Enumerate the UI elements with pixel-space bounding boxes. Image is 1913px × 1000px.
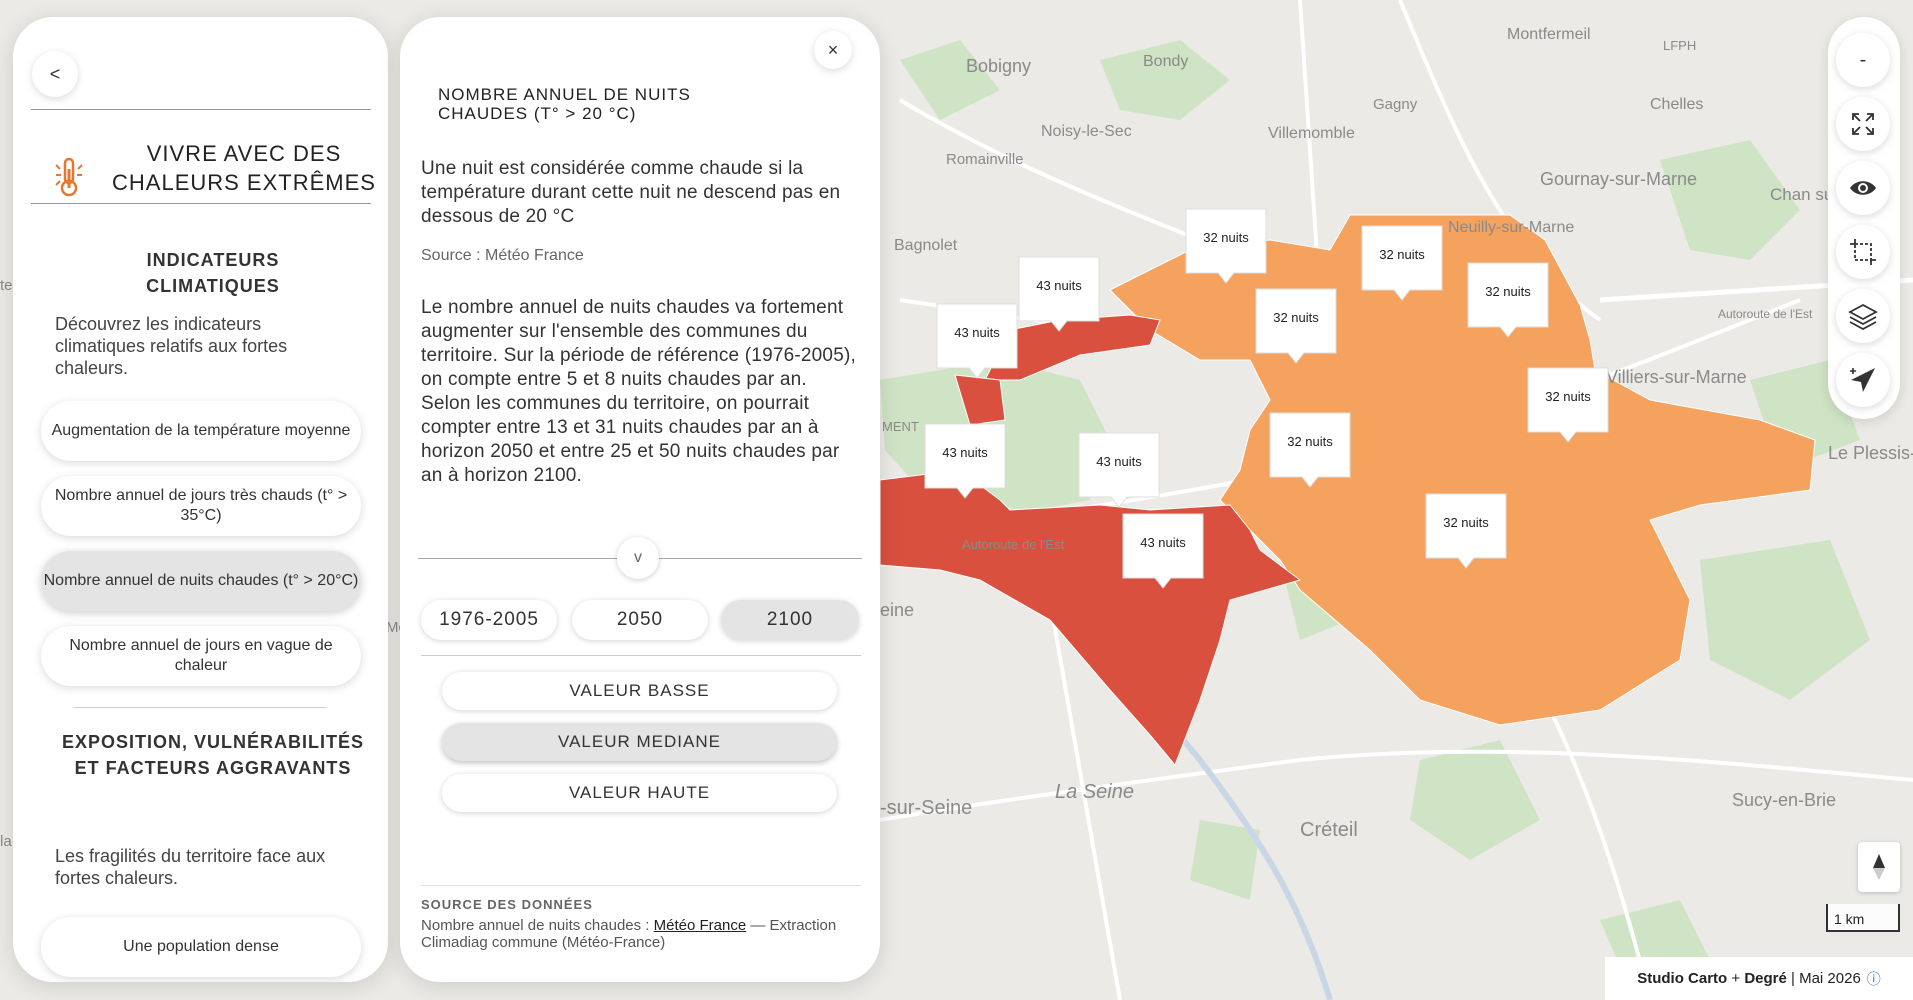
section-description: Les fragilités du territoire face aux fo… [55,846,326,888]
thermometer-icon [53,155,85,204]
value-button-low[interactable]: VALEUR BASSE [442,672,837,710]
panel-title: VIVRE AVEC DES CHALEURS EXTRÊMES [112,141,376,195]
callout-label: 32 nuits [1443,515,1489,530]
section-title-indicators: INDICATEURS CLIMATIQUES [146,250,280,296]
source-line: Source : Météo France [421,247,584,264]
callout-label: 43 nuits [954,325,1000,340]
callout-label: 32 nuits [1545,389,1591,404]
callout-label: 32 nuits [1203,230,1249,245]
callout-label: 43 nuits [942,445,988,460]
place-label: Créteil [1300,819,1358,841]
place-label: Autoroute de l'Est [962,537,1065,552]
chevron-down-icon[interactable]: v [617,537,659,579]
section-description: Découvrez les indicateurs climatiques re… [55,314,288,378]
callout: 32 nuits [1425,493,1507,569]
callout: 32 nuits [1527,367,1609,443]
back-button[interactable]: < [32,51,78,97]
callout-label: 32 nuits [1273,310,1319,325]
definition-text: Une nuit est considérée comme chaude si … [421,158,841,227]
place-label: Villiers-sur-Marne [1606,367,1747,387]
callout: 43 nuits [1018,256,1100,332]
callout-label: 43 nuits [1140,535,1186,550]
place-label: la [0,833,12,850]
place-label: Neuilly-sur-Marne [1448,219,1574,236]
left-panel: < VIVRE AVEC DES CHALEURS EXTRÊMES INDIC… [13,17,388,982]
period-button-2100[interactable]: 2100 [721,600,859,640]
place-label: Bondy [1143,53,1188,70]
callout: 32 nuits [1361,225,1443,301]
info-icon[interactable]: ⓘ [1867,969,1881,989]
divider [31,109,371,110]
scale-bar: 1 km [1826,904,1900,932]
divider [421,885,861,886]
callout-label: 32 nuits [1379,247,1425,262]
selection-icon[interactable] [1836,225,1890,279]
compass-icon[interactable] [1858,842,1900,892]
place-label: Bobigny [966,56,1031,76]
callout: 43 nuits [924,423,1006,499]
callout-label: 43 nuits [1036,278,1082,293]
callout: 32 nuits [1467,262,1549,338]
place-label: Montfermeil [1507,26,1591,43]
place-label: Villemomble [1268,125,1355,142]
callout: 43 nuits [1078,432,1160,508]
callout-label: 32 nuits [1287,434,1333,449]
period-button-2050[interactable]: 2050 [572,600,708,640]
data-source-text: Nombre annuel de nuits chaudes : Météo F… [421,917,861,951]
zoom-out-button[interactable]: - [1836,33,1890,87]
credit-plus: + [1727,970,1745,987]
divider [421,655,861,656]
callout: 43 nuits [1122,513,1204,589]
meteo-france-link[interactable]: Météo France [654,917,747,934]
credit-date: | Mai 2026 [1786,970,1861,987]
divider [31,203,371,204]
place-label: Bagnolet [894,237,958,254]
place-label: MENT [882,419,919,434]
place-label: Le Plessis-Trévise [1828,443,1913,463]
callout-label: 43 nuits [1096,454,1142,469]
detail-panel: × NOMBRE ANNUEL DE NUITS CHAUDES (T° > 2… [400,17,880,982]
credit-studio: Studio Carto [1637,970,1728,987]
indicator-button-temperature[interactable]: Augmentation de la température moyenne [41,401,361,461]
data-source-heading: SOURCE DES DONNÉES [421,897,593,912]
data-source-prefix: Nombre annuel de nuits chaudes : [421,917,654,934]
locate-icon[interactable] [1836,353,1890,407]
detail-body: Le nombre annuel de nuits chaudes va for… [421,297,856,486]
place-label: eine [880,600,914,620]
callout-label: 32 nuits [1485,284,1531,299]
place-label: LFPH [1663,38,1696,53]
detail-title: NOMBRE ANNUEL DE NUITS CHAUDES (T° > 20 … [438,85,691,123]
layers-icon[interactable] [1836,289,1890,343]
close-button[interactable]: × [814,31,852,69]
credits: Studio Carto + Degré | Mai 2026 ⓘ [1605,957,1913,1000]
section-title-exposure: EXPOSITION, VULNÉRABILITÉS ET FACTEURS A… [61,732,365,778]
period-button-reference[interactable]: 1976-2005 [421,600,557,640]
place-label: Chelles [1650,96,1703,113]
credit-degre: Degré [1744,970,1787,987]
callout: 43 nuits [936,303,1018,379]
value-button-high[interactable]: VALEUR HAUTE [442,774,837,812]
place-label: Sucy-en-Brie [1732,790,1836,810]
expand-icon[interactable] [1836,97,1890,151]
place-label: Gournay-sur-Marne [1540,169,1697,189]
place-label: Romainville [946,151,1024,168]
callout: 32 nuits [1185,208,1267,284]
place-label: Gagny [1373,96,1418,113]
callout: 32 nuits [1269,412,1351,488]
indicator-button-heatwave-days[interactable]: Nombre annuel de jours en vague de chale… [41,626,361,686]
callout: 32 nuits [1255,288,1337,364]
place-label: te [0,277,13,294]
map-toolbar: - [1828,17,1900,419]
divider [73,707,327,708]
place-label: La Seine [1055,781,1134,803]
eye-icon[interactable] [1836,161,1890,215]
exposure-button-population[interactable]: Une population dense [41,917,361,977]
indicator-button-hot-days[interactable]: Nombre annuel de jours très chauds (t° >… [41,476,361,536]
value-button-median[interactable]: VALEUR MEDIANE [442,723,837,761]
place-label: Noisy-le-Sec [1041,123,1132,140]
indicator-button-hot-nights[interactable]: Nombre annuel de nuits chaudes (t° > 20°… [41,551,361,611]
place-label: -sur-Seine [880,797,972,819]
place-label: Autoroute de l'Est [1718,307,1813,321]
